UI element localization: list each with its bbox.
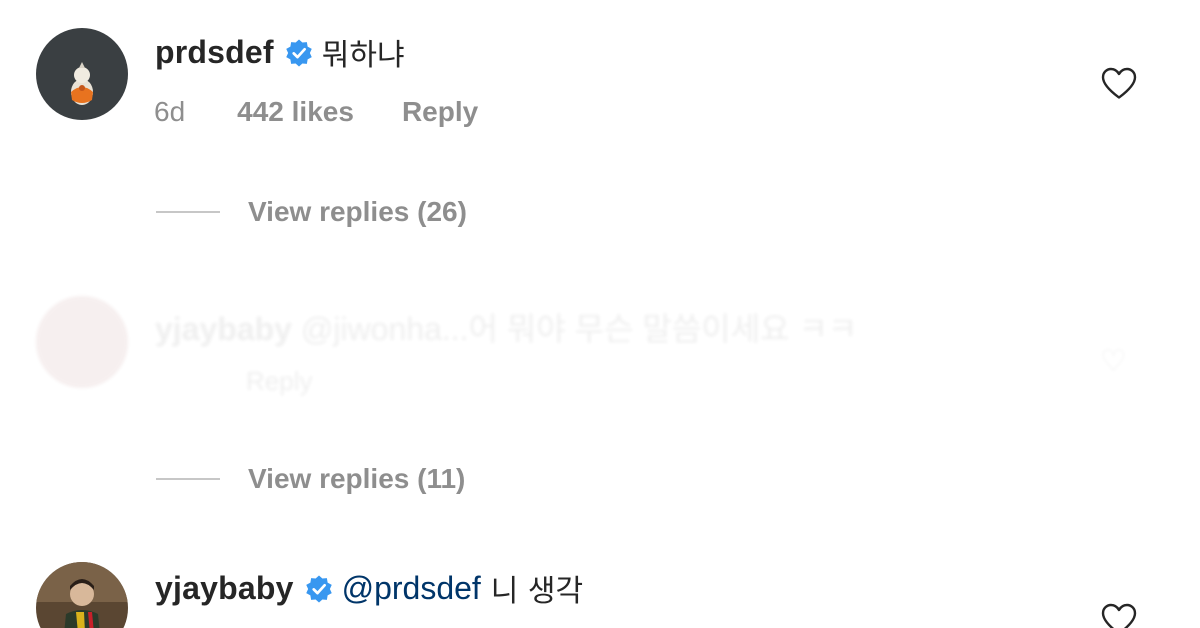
username[interactable]: yjaybaby	[155, 570, 294, 607]
view-replies-button[interactable]: View replies (11)	[156, 463, 465, 495]
comment-text: 뭐하냐	[321, 38, 405, 73]
verified-badge-icon	[304, 574, 334, 604]
divider-line	[156, 478, 220, 480]
avatar-image-yjaybaby	[36, 562, 128, 628]
faded-comment-meta: Reply	[246, 366, 313, 396]
view-replies-label: View replies (11)	[248, 463, 466, 494]
divider-line	[156, 211, 220, 213]
heart-outline-icon[interactable]	[1100, 66, 1138, 100]
comment-text: @jiwonha...어 뭐야 무슨 말씀이세요 ㅋㅋ	[300, 311, 858, 347]
faded-comment: yjaybaby @jiwonha...어 뭐야 무슨 말씀이세요 ㅋㅋ Rep…	[0, 280, 1200, 410]
username[interactable]: prdsdef	[155, 34, 274, 71]
avatar[interactable]	[36, 28, 128, 120]
mention-link[interactable]: @prdsdef	[342, 570, 481, 607]
comment-line-1: prdsdef 뭐하냐	[155, 30, 405, 74]
avatar-image-prdsdef	[36, 28, 128, 120]
view-replies-button[interactable]: View replies (26)	[156, 196, 467, 228]
view-replies-label: View replies (26)	[248, 196, 467, 227]
avatar	[36, 296, 128, 388]
comment-meta: 6d 442 likes Reply	[154, 96, 478, 128]
heart-outline-icon[interactable]	[1100, 602, 1138, 628]
heart-outline-icon: ♡	[1100, 345, 1127, 378]
comment-line-2: yjaybaby @prdsdef 니 생각	[155, 566, 583, 610]
username: yjaybaby	[155, 311, 292, 347]
comment-text: 니 생각	[490, 574, 584, 609]
likes-count[interactable]: 442 likes	[237, 96, 354, 128]
faded-comment-line: yjaybaby @jiwonha...어 뭐야 무슨 말씀이세요 ㅋㅋ	[155, 304, 857, 350]
reply-button[interactable]: Reply	[402, 96, 478, 128]
timestamp: 6d	[154, 96, 186, 127]
avatar[interactable]	[36, 562, 128, 628]
verified-badge-icon	[284, 38, 314, 68]
